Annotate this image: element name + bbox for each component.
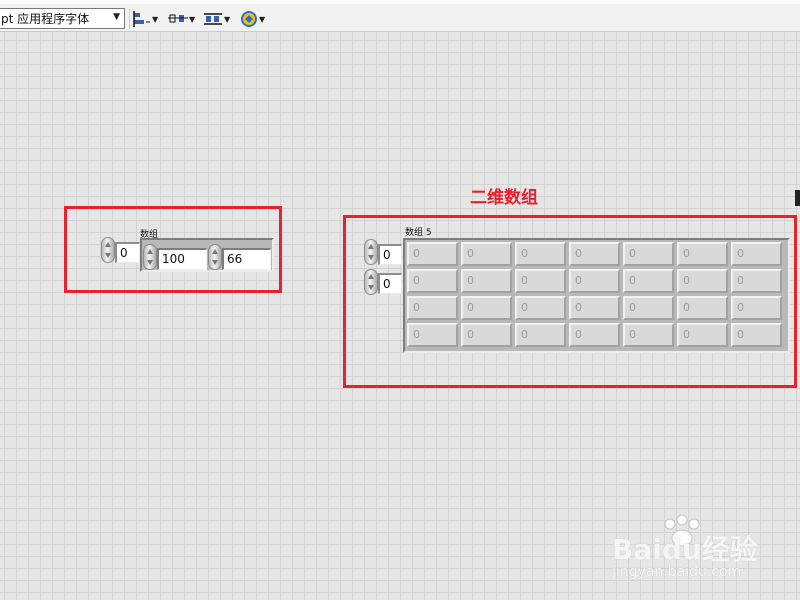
array-2d-cell[interactable]: 0 bbox=[623, 242, 674, 266]
font-size-select[interactable]: pt 应用程序字体 ▼ bbox=[0, 8, 125, 29]
align-objects-button[interactable]: ▼ bbox=[133, 9, 161, 29]
align-objects-icon bbox=[133, 11, 150, 27]
font-select-value: pt 应用程序字体 bbox=[1, 12, 90, 26]
array-2d-cell[interactable]: 0 bbox=[677, 296, 728, 320]
array-2d-cell[interactable]: 0 bbox=[623, 269, 674, 293]
resize-objects-icon bbox=[204, 13, 222, 25]
array-2d-cell[interactable]: 0 bbox=[407, 242, 458, 266]
array-1d-index-spinner[interactable] bbox=[101, 237, 115, 263]
array-2d-cell[interactable]: 0 bbox=[677, 269, 728, 293]
array-2d-cell[interactable]: 0 bbox=[515, 269, 566, 293]
array-2d-cell[interactable]: 0 bbox=[407, 323, 458, 347]
array-2d-cell[interactable]: 0 bbox=[623, 323, 674, 347]
array-2d-cell[interactable]: 0 bbox=[731, 296, 782, 320]
toolbar-separator bbox=[129, 9, 130, 29]
toolbar-top-strip bbox=[0, 0, 800, 4]
array-2d-cell[interactable]: 0 bbox=[407, 296, 458, 320]
array-2d-cell[interactable]: 0 bbox=[569, 242, 620, 266]
array-2d-col-index-field[interactable]: 0 bbox=[378, 273, 402, 294]
dropdown-arrow-icon: ▼ bbox=[189, 14, 196, 24]
array-2d-cell[interactable]: 0 bbox=[515, 242, 566, 266]
distribute-objects-icon bbox=[168, 14, 188, 23]
array-2d-cell[interactable]: 0 bbox=[515, 323, 566, 347]
watermark-url: jingyan.baidu.com bbox=[612, 564, 742, 580]
resize-objects-button[interactable]: ▼ bbox=[203, 9, 231, 29]
array-2d-cell[interactable]: 0 bbox=[731, 242, 782, 266]
array-1d-index-field[interactable]: 0 bbox=[115, 242, 140, 263]
reorder-objects-button[interactable]: ▼ bbox=[240, 9, 268, 29]
toolbar: pt 应用程序字体 ▼ ▼ ▼ ▼ ▼ bbox=[0, 0, 800, 32]
array-2d-cell[interactable]: 0 bbox=[461, 323, 512, 347]
dropdown-arrow-icon: ▼ bbox=[224, 14, 231, 24]
array-2d-label: 数组 5 bbox=[405, 228, 432, 238]
array-2d-cell[interactable]: 0 bbox=[569, 323, 620, 347]
array-2d-cell[interactable]: 0 bbox=[677, 323, 728, 347]
array-2d-cell[interactable]: 0 bbox=[515, 296, 566, 320]
array-2d-cell[interactable]: 0 bbox=[731, 269, 782, 293]
array-2d-cell[interactable]: 0 bbox=[569, 296, 620, 320]
distribute-objects-button[interactable]: ▼ bbox=[168, 9, 196, 29]
array-2d-cell[interactable]: 0 bbox=[623, 296, 674, 320]
annotation-title: 二维数组 bbox=[470, 188, 538, 208]
array-2d-row-index-field[interactable]: 0 bbox=[378, 244, 402, 265]
scroll-edge-marker bbox=[795, 190, 800, 206]
reorder-objects-icon bbox=[241, 11, 257, 27]
array-2d-frame: 0000000000000000000000000000 bbox=[403, 238, 790, 353]
array-2d-cell[interactable]: 0 bbox=[569, 269, 620, 293]
array-1d-element-1[interactable]: 100 bbox=[157, 248, 207, 270]
array-1d-element-2[interactable]: 66 bbox=[222, 248, 271, 270]
array-2d-col-index-spinner[interactable] bbox=[364, 269, 378, 295]
watermark-logo: Baidu经验 bbox=[612, 533, 758, 566]
array-2d-row-index-spinner[interactable] bbox=[364, 239, 378, 265]
array-2d-cell[interactable]: 0 bbox=[407, 269, 458, 293]
array-2d-cell[interactable]: 0 bbox=[731, 323, 782, 347]
chevron-down-icon: ▼ bbox=[113, 12, 120, 22]
element-2-spinner[interactable] bbox=[208, 244, 222, 270]
array-2d-cell[interactable]: 0 bbox=[677, 242, 728, 266]
array-2d-cell[interactable]: 0 bbox=[461, 269, 512, 293]
dropdown-arrow-icon: ▼ bbox=[152, 14, 159, 24]
dropdown-arrow-icon: ▼ bbox=[259, 14, 266, 24]
element-1-spinner[interactable] bbox=[143, 244, 157, 270]
array-2d-cell[interactable]: 0 bbox=[461, 296, 512, 320]
array-2d-cell[interactable]: 0 bbox=[461, 242, 512, 266]
